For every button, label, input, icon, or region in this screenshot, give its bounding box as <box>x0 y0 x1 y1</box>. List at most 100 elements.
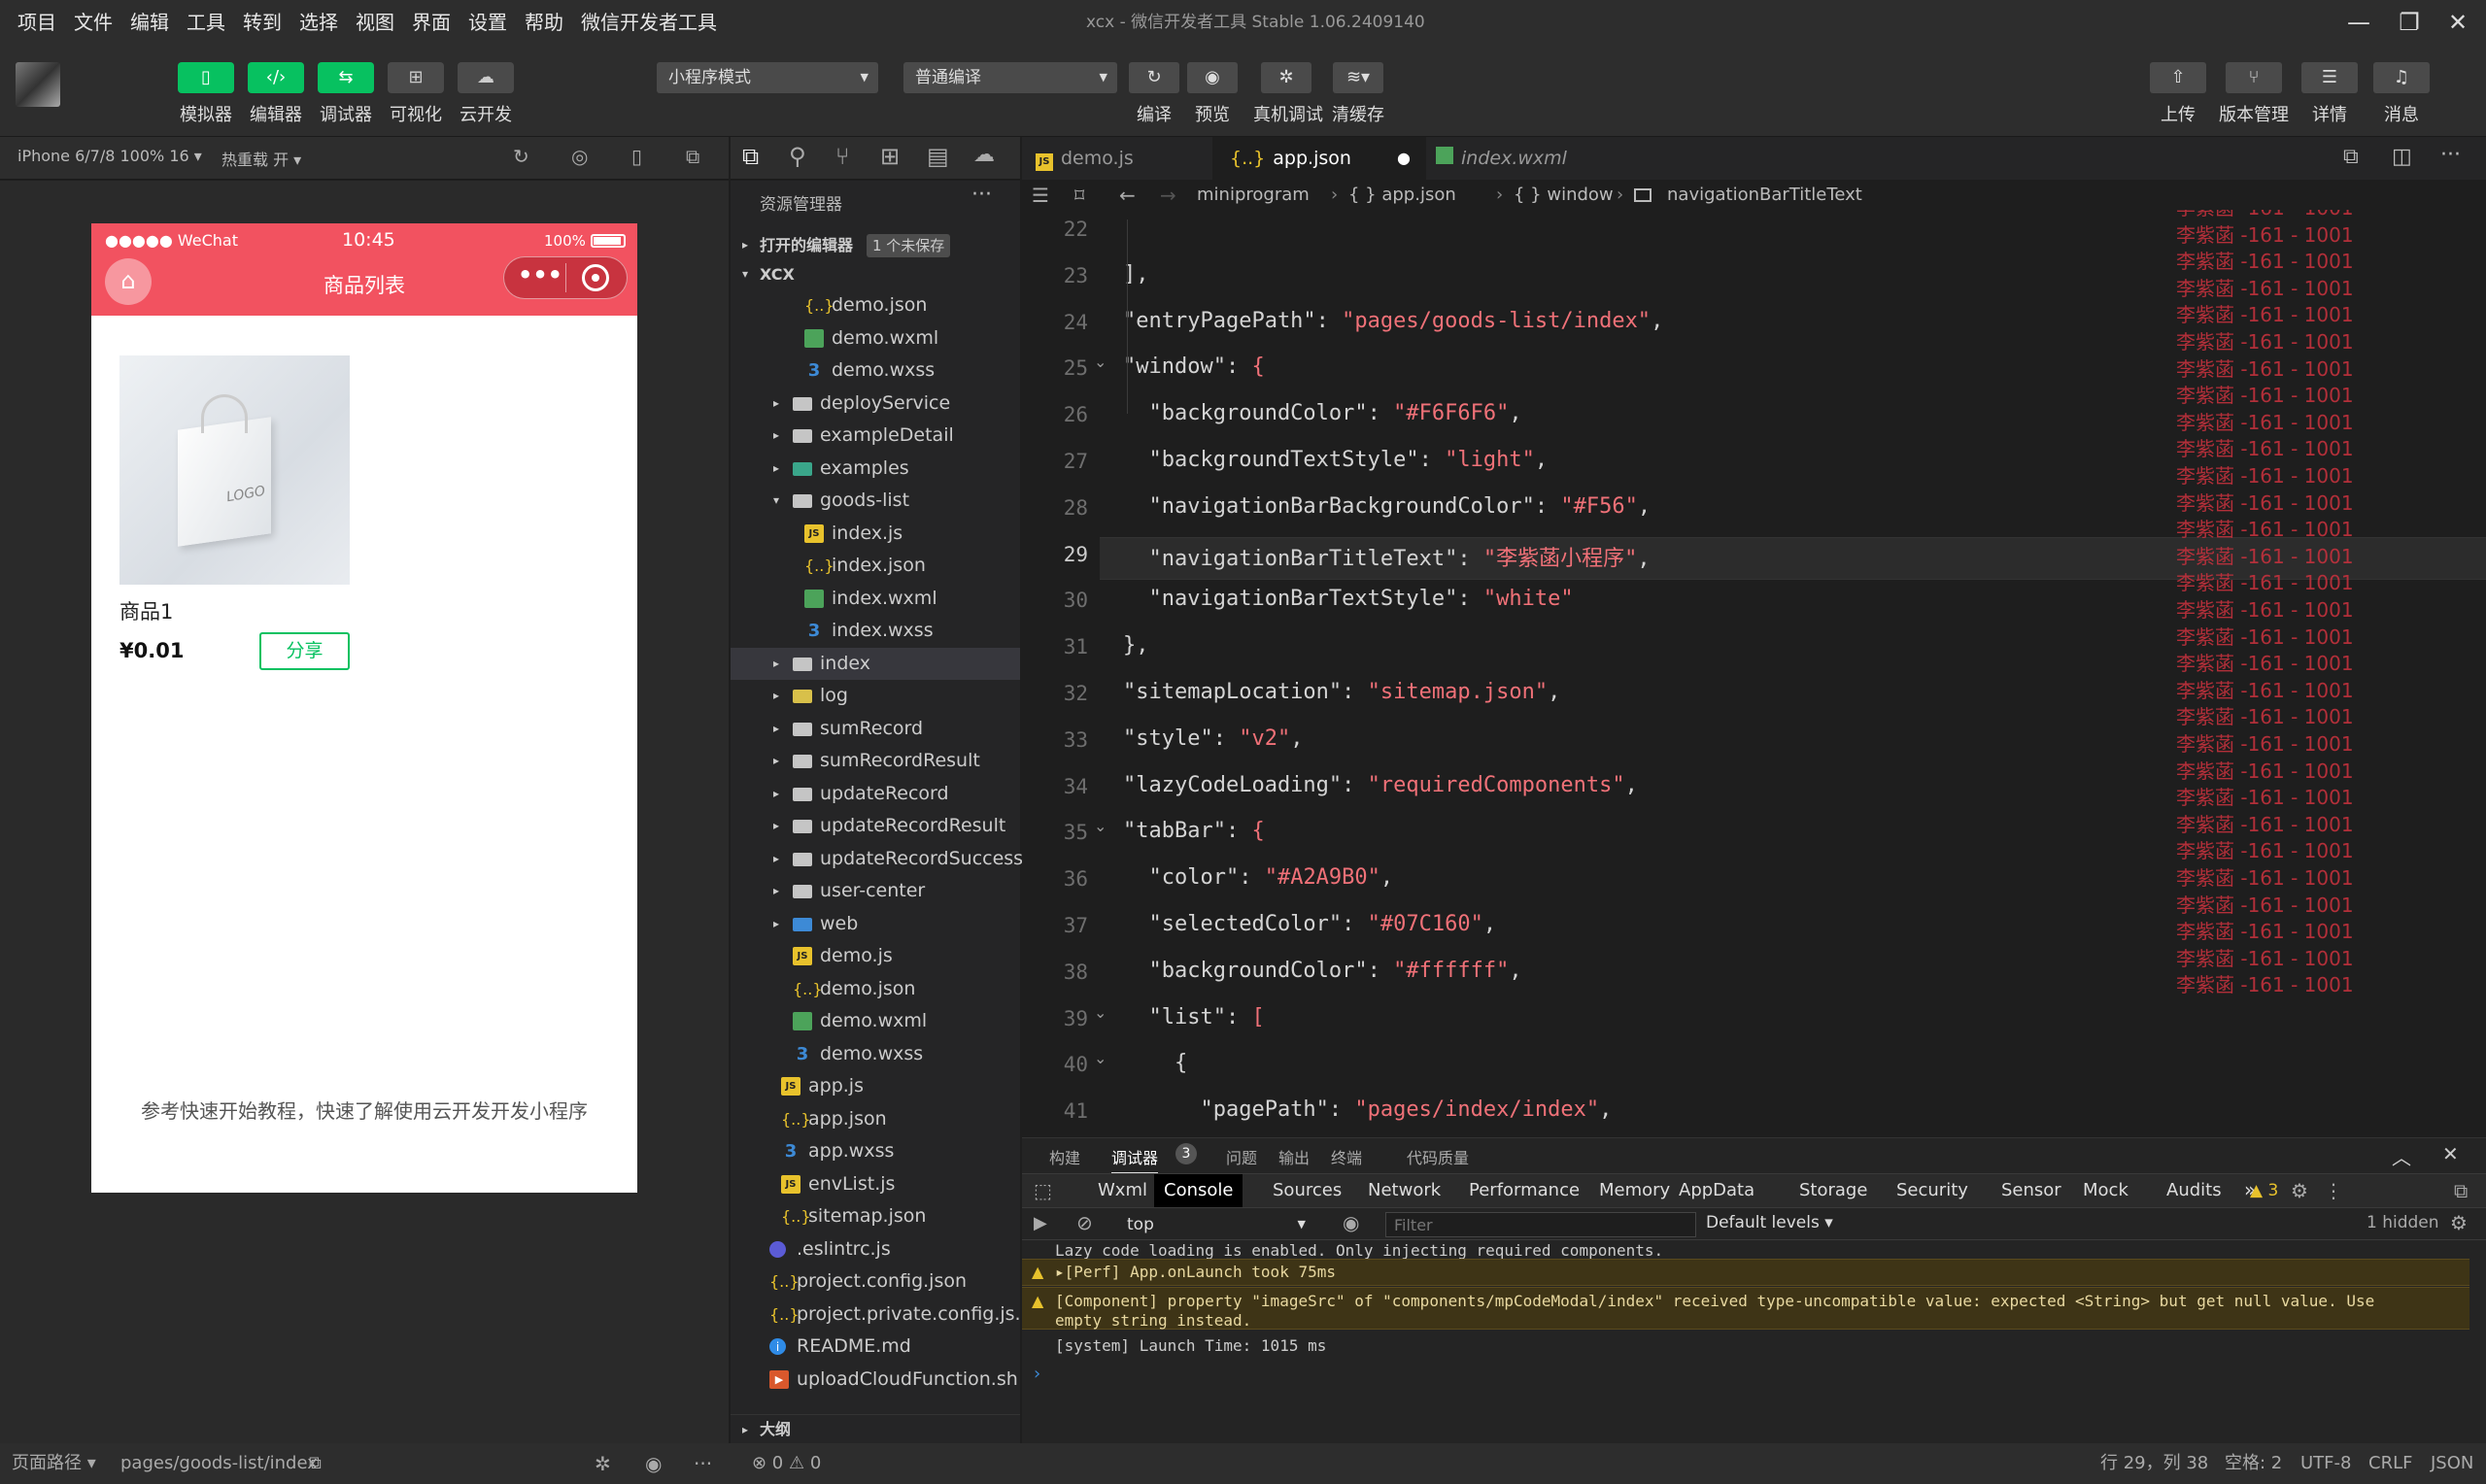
devtools-tab[interactable]: 调试器 <box>1111 1145 1159 1174</box>
tree-item[interactable]: .eslintrc.js <box>731 1233 1020 1265</box>
sidebar-toggle-icon[interactable]: ▶ <box>1034 1213 1047 1233</box>
remote-debug-icon[interactable]: ✲ <box>1261 62 1311 93</box>
tree-item[interactable]: {..} app.json <box>731 1103 1020 1135</box>
open-editors-header[interactable]: ▸ 打开的编辑器 1 个未保存 <box>731 229 1020 261</box>
tab-demo-js[interactable]: JS demo.js <box>1036 137 1134 180</box>
devtools-tab[interactable]: 代码质量 <box>1407 1145 1469 1168</box>
tree-item[interactable]: ▸ web <box>731 908 1020 940</box>
levels-select[interactable]: Default levels ▾ <box>1706 1213 1833 1232</box>
tree-item[interactable]: JS demo.js <box>731 940 1020 972</box>
devtools-tab[interactable]: 终端 <box>1331 1145 1362 1168</box>
menu-item[interactable]: 选择 <box>290 0 347 45</box>
tree-item[interactable]: ▸ log <box>731 680 1020 712</box>
console-settings-icon[interactable]: ⚙ <box>2450 1211 2468 1234</box>
list-icon[interactable]: ☰ <box>1032 181 1049 210</box>
git-icon[interactable]: ⑂ <box>835 143 849 170</box>
devtools-tab[interactable]: 输出 <box>1278 1145 1310 1168</box>
menu-item[interactable]: 转到 <box>234 0 290 45</box>
menu-item[interactable]: 视图 <box>347 0 403 45</box>
minimize-icon[interactable]: — <box>2339 6 2378 39</box>
fold-icon[interactable]: ⌄ <box>1094 353 1107 371</box>
menu-item[interactable]: 工具 <box>178 0 234 45</box>
tree-item[interactable]: demo.wxml <box>731 322 1020 354</box>
panel-tab[interactable]: Storage <box>1799 1180 1867 1200</box>
hot-reload-select[interactable]: 热重载 开 ▾ <box>221 147 301 170</box>
tree-item[interactable]: ▸ examples <box>731 453 1020 485</box>
tree-item[interactable]: 3 demo.wxss <box>731 1038 1020 1070</box>
menu-item[interactable]: 文件 <box>65 0 121 45</box>
panel-tab[interactable]: Sources <box>1273 1180 1342 1200</box>
tree-item[interactable]: ▸ index <box>731 647 1020 680</box>
tree-item[interactable]: {..} demo.json <box>731 289 1020 321</box>
details-icon[interactable]: ☰ <box>2301 62 2358 93</box>
more-icon[interactable]: ••• <box>518 261 562 288</box>
product-image[interactable]: LOGO <box>119 355 350 585</box>
outline-header[interactable]: ▸ 大纲 <box>731 1414 1020 1443</box>
code-editor[interactable]: 22 23], 24 "entryPagePath": "pages/goods-li… <box>1022 210 2486 1137</box>
breadcrumb-item[interactable]: navigationBarTitleText <box>1617 181 1862 210</box>
tree-item[interactable]: ▸ exampleDetail <box>731 420 1020 452</box>
panel-tab[interactable]: Mock <box>2083 1180 2128 1200</box>
bell-icon[interactable]: ♫ <box>2373 62 2430 93</box>
dock-icon[interactable]: ⧉ <box>2454 1179 2468 1202</box>
encoding[interactable]: UTF-8 <box>2300 1443 2351 1484</box>
tree-item[interactable]: {..} project.private.config.js... <box>731 1298 1033 1331</box>
tree-item[interactable]: {..} project.config.json <box>731 1265 1020 1298</box>
stop-icon[interactable]: ◎ <box>571 145 588 168</box>
tree-item[interactable]: ▸ deployService <box>731 388 1020 420</box>
panel-tab[interactable]: AppData <box>1679 1180 1754 1200</box>
device-select[interactable]: iPhone 6/7/8 100% 16 ▾ <box>17 147 202 165</box>
menu-item[interactable]: 编辑 <box>121 0 178 45</box>
bug-icon[interactable]: ✲ <box>595 1443 611 1484</box>
panel-tab[interactable]: Performance <box>1469 1180 1580 1200</box>
share-button[interactable]: 分享 <box>259 632 350 670</box>
context-select[interactable]: top ▼ <box>1117 1212 1311 1237</box>
panel-tab[interactable]: Security <box>1896 1180 1968 1200</box>
panel-tab[interactable]: Audits <box>2166 1180 2222 1200</box>
fold-icon[interactable]: ⌄ <box>1094 1049 1107 1067</box>
panel-tab[interactable]: Console <box>1154 1174 1243 1207</box>
eye-icon[interactable]: ◉ <box>1343 1211 1359 1234</box>
panel-tab[interactable]: Network <box>1368 1180 1441 1200</box>
visual-toggle-icon[interactable]: ⊞ <box>388 62 444 93</box>
simulator-toggle-icon[interactable]: ▯ <box>178 62 234 93</box>
refresh-icon[interactable]: ↻ <box>513 145 529 168</box>
panel-tab[interactable]: Sensor <box>2001 1180 2061 1200</box>
tab-app-json[interactable]: {..} app.json ● <box>1212 137 1426 180</box>
settings-icon[interactable]: ⚙ <box>2291 1179 2308 1202</box>
eye-icon[interactable]: ◉ <box>645 1443 662 1484</box>
compile-icon[interactable]: ↻ <box>1129 62 1179 93</box>
more-icon[interactable]: ··· <box>694 1443 712 1484</box>
files-icon[interactable]: ⧉ <box>742 143 759 170</box>
tree-item[interactable]: ▶ uploadCloudFunction.sh <box>731 1364 1020 1396</box>
more-icon[interactable]: ··· <box>2440 143 2461 167</box>
inspect-icon[interactable]: ⬚ <box>1034 1179 1052 1202</box>
tab-index-wxml[interactable]: index.wxml <box>1436 137 1567 180</box>
more-icon[interactable]: ··· <box>971 183 992 207</box>
tree-item[interactable]: 3 demo.wxss <box>731 354 1020 387</box>
avatar[interactable] <box>16 62 60 107</box>
tree-item[interactable]: JS index.js <box>731 518 1020 550</box>
cursor-position[interactable]: 行 29，列 38 <box>2100 1443 2208 1484</box>
warning-count[interactable]: ▲ 3 <box>2250 1181 2278 1200</box>
panel-tab[interactable]: Wxml <box>1098 1180 1147 1200</box>
eol[interactable]: CRLF <box>2368 1443 2412 1484</box>
layout-icon[interactable]: ▤ <box>927 143 949 170</box>
tree-item[interactable]: index.wxml <box>731 583 1020 615</box>
tree-item[interactable]: {..} sitemap.json <box>731 1200 1020 1232</box>
breadcrumb-item[interactable]: { } app.json <box>1348 181 1456 210</box>
panel-tab[interactable]: Memory <box>1599 1180 1670 1200</box>
tree-item[interactable]: 3 index.wxss <box>731 615 1020 647</box>
tree-item[interactable]: JS app.js <box>731 1070 1020 1102</box>
debugger-toggle-icon[interactable]: ⇆ <box>318 62 374 93</box>
editor-toggle-icon[interactable]: ‹/› <box>248 62 304 93</box>
detach-icon[interactable]: ⧉ <box>686 145 699 168</box>
menu-item[interactable]: 设置 <box>460 0 516 45</box>
indentation[interactable]: 空格: 2 <box>2225 1443 2282 1484</box>
split-editor-icon[interactable]: ◫ <box>2392 145 2412 169</box>
collapse-icon[interactable]: ︿ <box>2392 1142 2411 1170</box>
kebab-icon[interactable]: ⋮ <box>2324 1179 2343 1202</box>
tree-item[interactable]: i README.md <box>731 1331 1020 1363</box>
console-output[interactable]: Lazy code loading is enabled. Only injec… <box>1022 1241 2486 1444</box>
breadcrumb-item[interactable]: { } window <box>1514 181 1614 210</box>
